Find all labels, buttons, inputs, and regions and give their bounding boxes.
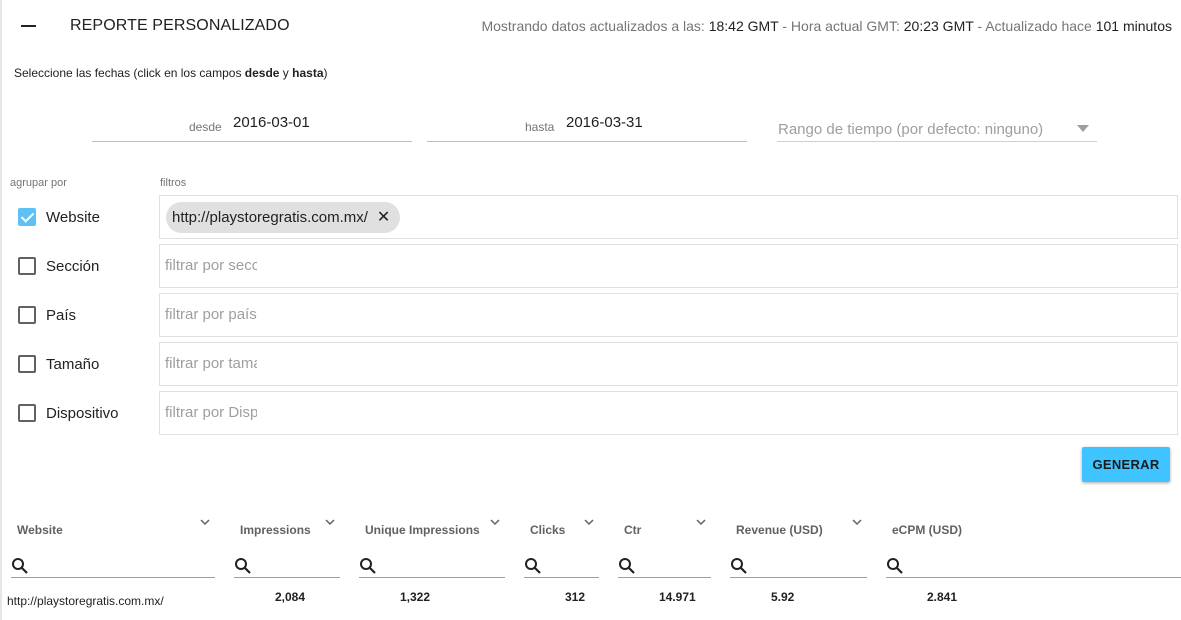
column-header-ecpm[interactable]: eCPM (USD) <box>892 523 962 537</box>
table-cell-revenue: 5.92 <box>771 590 795 604</box>
current-time: 20:23 GMT <box>903 18 974 34</box>
search-icon <box>234 557 252 580</box>
table-cell-clicks: 312 <box>565 590 586 604</box>
instr-text-1: Seleccione las fechas (click en los camp… <box>14 66 245 80</box>
table-cell-website: http://playstoregratis.com.mx/ <box>7 594 164 608</box>
instr-bold-desde: desde <box>244 66 280 80</box>
table-cell-unique-impressions: 1,322 <box>400 590 431 604</box>
chevron-down-icon[interactable] <box>852 517 862 527</box>
website-filter-input[interactable] <box>35 556 210 574</box>
chevron-down-icon[interactable] <box>584 517 594 527</box>
column-header-impressions[interactable]: Impressions <box>240 523 311 537</box>
group-pais-checkbox[interactable]: País <box>18 304 76 326</box>
unique-impressions-column-filter[interactable] <box>359 553 505 578</box>
to-date-input[interactable] <box>566 114 716 131</box>
clicks-column-filter[interactable] <box>524 553 599 578</box>
table-cell-ecpm: 2.841 <box>927 590 958 604</box>
chevron-down-icon[interactable] <box>490 517 500 527</box>
column-header-ctr[interactable]: Ctr <box>624 523 641 537</box>
search-icon <box>359 557 377 580</box>
instr-text-2: y <box>279 66 293 80</box>
to-date-label: hasta <box>525 120 555 134</box>
revenue-column-filter[interactable] <box>730 553 867 578</box>
seccion-filter-box[interactable] <box>159 244 1178 288</box>
column-header-unique-impressions[interactable]: Unique Impressions <box>365 523 480 537</box>
revenue-filter-input[interactable] <box>754 556 864 574</box>
time-range-select[interactable]: Rango de tiempo (por defecto: ninguno) <box>777 116 1097 142</box>
search-icon <box>524 557 542 580</box>
column-header-clicks[interactable]: Clicks <box>530 523 565 537</box>
from-date-input[interactable] <box>233 114 383 131</box>
from-date-label: desde <box>189 120 222 134</box>
ecpm-filter-input[interactable] <box>910 556 1170 574</box>
dispositivo-filter-input[interactable] <box>165 404 257 421</box>
search-icon <box>886 557 904 580</box>
checkbox-checked-icon[interactable] <box>18 208 36 226</box>
instr-bold-hasta: hasta <box>292 66 324 80</box>
chip-label: http://playstoregratis.com.mx/ <box>172 209 368 226</box>
chevron-down-icon[interactable] <box>696 517 706 527</box>
table-cell-ctr: 14.971 <box>659 590 696 604</box>
status-text-1: Mostrando datos actualizados a las: <box>481 18 709 34</box>
date-instructions: Seleccione las fechas (click en los camp… <box>14 66 328 80</box>
pais-filter-input[interactable] <box>165 306 257 323</box>
ecpm-column-filter[interactable] <box>886 553 1181 578</box>
unique-impressions-filter-input[interactable] <box>383 556 501 574</box>
update-status: Mostrando datos actualizados a las: 18:4… <box>481 18 1172 34</box>
group-seccion-label: Sección <box>46 257 100 275</box>
status-text-2: - Hora actual GMT: <box>778 18 904 34</box>
close-icon[interactable]: ✕ <box>377 209 390 226</box>
group-tamano-checkbox[interactable]: Tamaño <box>18 353 99 375</box>
minutes-ago: 101 minutos <box>1095 18 1172 34</box>
clicks-filter-input[interactable] <box>548 556 596 574</box>
tamano-filter-input[interactable] <box>165 355 257 372</box>
group-tamano-label: Tamaño <box>46 355 100 373</box>
ctr-column-filter[interactable] <box>618 553 711 578</box>
website-filter-chip: http://playstoregratis.com.mx/ ✕ <box>166 202 401 233</box>
group-dispositivo-label: Dispositivo <box>46 404 119 422</box>
column-header-website[interactable]: Website <box>17 523 63 537</box>
dropdown-arrow-icon <box>1077 125 1089 132</box>
column-header-revenue[interactable]: Revenue (USD) <box>736 523 823 537</box>
filters-label: filtros <box>160 177 187 189</box>
group-seccion-checkbox[interactable]: Sección <box>18 255 99 277</box>
chevron-down-icon[interactable] <box>325 517 335 527</box>
dispositivo-filter-box[interactable] <box>159 391 1178 435</box>
checkbox-icon[interactable] <box>18 306 36 324</box>
impressions-column-filter[interactable] <box>234 553 340 578</box>
tamano-filter-box[interactable] <box>159 342 1178 386</box>
checkbox-icon[interactable] <box>18 257 36 275</box>
search-icon <box>730 557 748 580</box>
group-by-label: agrupar por <box>10 177 67 189</box>
seccion-filter-input[interactable] <box>165 257 257 274</box>
impressions-filter-input[interactable] <box>258 556 336 574</box>
search-icon <box>618 557 636 580</box>
collapse-button[interactable] <box>12 12 44 40</box>
chevron-down-icon[interactable] <box>200 517 210 527</box>
instr-text-3: ) <box>323 66 328 80</box>
ctr-filter-input[interactable] <box>642 556 708 574</box>
group-website-label: Website <box>46 208 100 226</box>
updated-time: 18:42 GMT <box>708 18 779 34</box>
group-website-checkbox[interactable]: Website <box>18 206 100 228</box>
website-filter-box[interactable]: http://playstoregratis.com.mx/ ✕ <box>159 195 1178 239</box>
checkbox-icon[interactable] <box>18 355 36 373</box>
to-date-field[interactable]: hasta <box>427 112 747 142</box>
page-title: REPORTE PERSONALIZADO <box>70 17 290 34</box>
time-range-placeholder: Rango de tiempo (por defecto: ninguno) <box>778 121 1044 138</box>
status-text-3: - Actualizado hace <box>973 18 1096 34</box>
search-icon <box>11 557 29 580</box>
table-cell-impressions: 2,084 <box>275 590 306 604</box>
left-border <box>0 0 2 620</box>
group-pais-label: País <box>46 306 77 324</box>
from-date-field[interactable]: desde <box>92 112 412 142</box>
pais-filter-box[interactable] <box>159 293 1178 337</box>
group-dispositivo-checkbox[interactable]: Dispositivo <box>18 402 119 424</box>
website-column-filter[interactable] <box>11 553 215 578</box>
generate-button[interactable]: GENERAR <box>1082 447 1170 482</box>
checkbox-icon[interactable] <box>18 404 36 422</box>
